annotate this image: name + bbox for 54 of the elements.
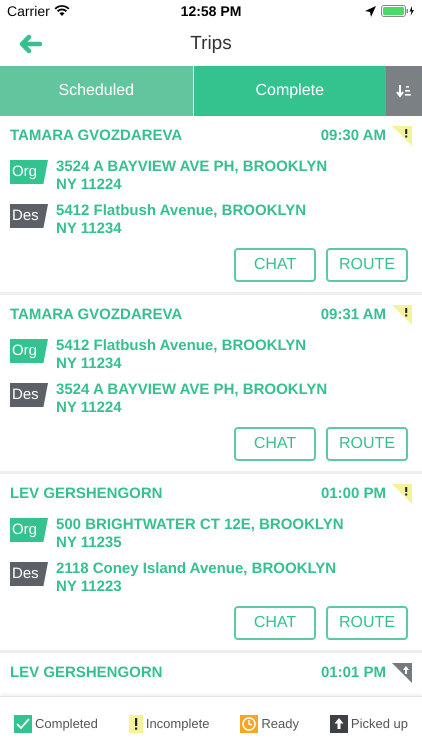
address-line: 500 BRIGHTWATER CT 12E, BROOKLYN: [56, 516, 344, 534]
trip-time: 09:30 AM: [320, 126, 386, 146]
passenger-name: TAMARA GVOZDAREVA: [10, 305, 184, 325]
incomplete-flag-icon: [392, 126, 412, 146]
picked-up-flag-icon: [392, 663, 412, 683]
address-line: 5412 Flatbush Avenue, BROOKLYN: [56, 202, 306, 220]
battery-icon: [381, 5, 416, 17]
address-line: NY 11224: [56, 176, 123, 194]
incomplete-flag-icon: [392, 484, 412, 504]
address-line: 5412 Flatbush Avenue, BROOKLYN: [56, 337, 306, 355]
tab[interactable]: Complete: [192, 66, 386, 116]
exclamation-icon: [128, 714, 143, 732]
legend-label: Ready: [261, 714, 299, 733]
address-line: NY 11234: [56, 355, 123, 373]
legend-label: Completed: [35, 714, 98, 733]
trip-time: 01:01 PM: [320, 663, 386, 683]
incomplete-flag-icon: [392, 305, 412, 325]
address-line: NY 11224: [56, 399, 123, 417]
des-tag: Des: [10, 204, 48, 228]
clock-icon: [240, 714, 258, 732]
action-button[interactable]: CHAT: [234, 427, 316, 461]
checkmark-icon: [14, 714, 32, 732]
address-line: 3524 A BAYVIEW AVE PH, BROOKLYN: [56, 381, 328, 399]
carrier-label: Carrier: [7, 2, 50, 20]
location-arrow-icon: [365, 6, 376, 16]
back-arrow-icon: [18, 34, 42, 54]
wifi-icon: [54, 5, 70, 17]
address-line: NY 11235: [56, 534, 123, 552]
clock-time: 12:58 PM: [180, 2, 242, 20]
action-button[interactable]: ROUTE: [326, 427, 408, 461]
action-button[interactable]: ROUTE: [326, 606, 408, 640]
address-line: 3524 A BAYVIEW AVE PH, BROOKLYN: [56, 158, 328, 176]
address-line: NY 11223: [56, 578, 123, 596]
legend-label: Incomplete: [146, 714, 210, 733]
des-tag: Des: [10, 562, 48, 586]
sort-icon: [396, 84, 412, 98]
org-tag: Org: [10, 339, 48, 363]
trip-time: 09:31 AM: [320, 305, 386, 325]
passenger-name: LEV GERSHENGORN: [10, 663, 164, 683]
legend-label: Picked up: [350, 714, 408, 733]
address-line: NY 11234: [56, 220, 123, 238]
action-button[interactable]: CHAT: [234, 606, 316, 640]
address-line: 2118 Coney Island Avenue, BROOKLYN: [56, 560, 336, 578]
passenger-name: TAMARA GVOZDAREVA: [10, 126, 184, 146]
org-tag: Org: [10, 518, 48, 542]
action-button[interactable]: CHAT: [234, 248, 316, 282]
tab[interactable]: Scheduled: [0, 66, 192, 116]
des-tag: Des: [10, 383, 48, 407]
trip-time: 01:00 PM: [320, 484, 386, 504]
screen-title: Trips: [190, 32, 232, 56]
passenger-name: LEV GERSHENGORN: [10, 484, 164, 504]
org-tag: Org: [10, 160, 48, 184]
sort-button[interactable]: [386, 66, 422, 116]
action-button[interactable]: ROUTE: [326, 248, 408, 282]
